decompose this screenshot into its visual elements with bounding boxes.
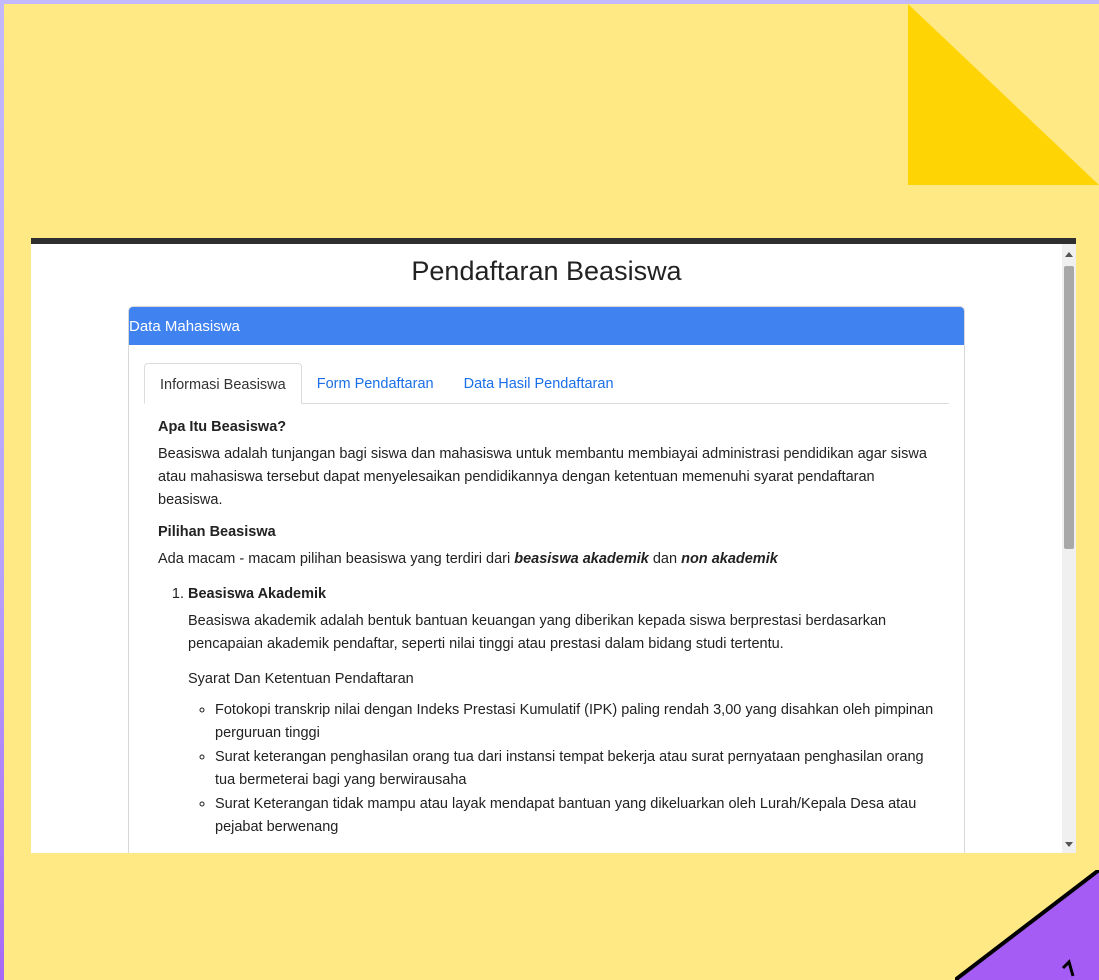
scroll-up-arrow-icon[interactable] (1065, 252, 1073, 257)
card-header-label: Data Mahasiswa (129, 318, 240, 335)
section-heading-pilihan: Pilihan Beasiswa (158, 524, 276, 540)
tab-content: Apa Itu Beasiswa? Beasiswa adalah tunjan… (158, 419, 942, 840)
tab-informasi-beasiswa[interactable]: Informasi Beasiswa (144, 363, 302, 404)
corner-page-curl-icon (955, 870, 1099, 980)
section-heading-apa-itu: Apa Itu Beasiswa? (158, 419, 287, 435)
requirement-item: Surat keterangan penghasilan orang tua d… (215, 746, 942, 792)
scrollbar-thumb[interactable] (1064, 266, 1074, 549)
section-text-apa-itu: Beasiswa adalah tunjangan bagi siswa dan… (158, 446, 927, 508)
pilihan-emphasis-non-akademik: non akademik (681, 551, 778, 567)
page-title: Pendaftaran Beasiswa (411, 256, 682, 286)
scroll-down-arrow-icon[interactable] (1065, 842, 1073, 847)
section-text-pilihan: Ada macam - macam pilihan beasiswa yang … (158, 548, 942, 571)
tab-form-pendaftaran[interactable]: Form Pendaftaran (302, 363, 449, 403)
tab-bar: Informasi Beasiswa Form Pendaftaran Data… (144, 363, 949, 404)
browser-screenshot: Pendaftaran Beasiswa Data Mahasiswa Info… (31, 238, 1076, 853)
vertical-scrollbar[interactable] (1062, 244, 1076, 853)
requirements-list: Fotokopi transkrip nilai dengan Indeks P… (188, 699, 942, 839)
requirement-item: Surat Keterangan tidak mampu atau layak … (215, 793, 942, 839)
pilihan-text-before: Ada macam - macam pilihan beasiswa yang … (158, 551, 515, 567)
requirement-item: Fotokopi transkrip nilai dengan Indeks P… (215, 699, 942, 745)
list-item-description: Beasiswa akademik adalah bentuk bantuan … (188, 613, 887, 652)
list-item-title: Beasiswa Akademik (188, 586, 327, 602)
scholarship-list: Beasiswa Akademik Beasiswa akademik adal… (158, 583, 942, 839)
list-item-akademik: Beasiswa Akademik Beasiswa akademik adal… (188, 583, 942, 839)
card-header: Data Mahasiswa (129, 307, 964, 345)
tab-data-hasil-pendaftaran[interactable]: Data Hasil Pendaftaran (449, 363, 629, 403)
pilihan-text-mid: dan (648, 551, 682, 567)
syarat-heading: Syarat Dan Ketentuan Pendaftaran (188, 671, 414, 687)
pilihan-emphasis-akademik: beasiswa akademik (514, 551, 649, 567)
data-mahasiswa-card: Data Mahasiswa Informasi Beasiswa Form P… (128, 306, 965, 853)
